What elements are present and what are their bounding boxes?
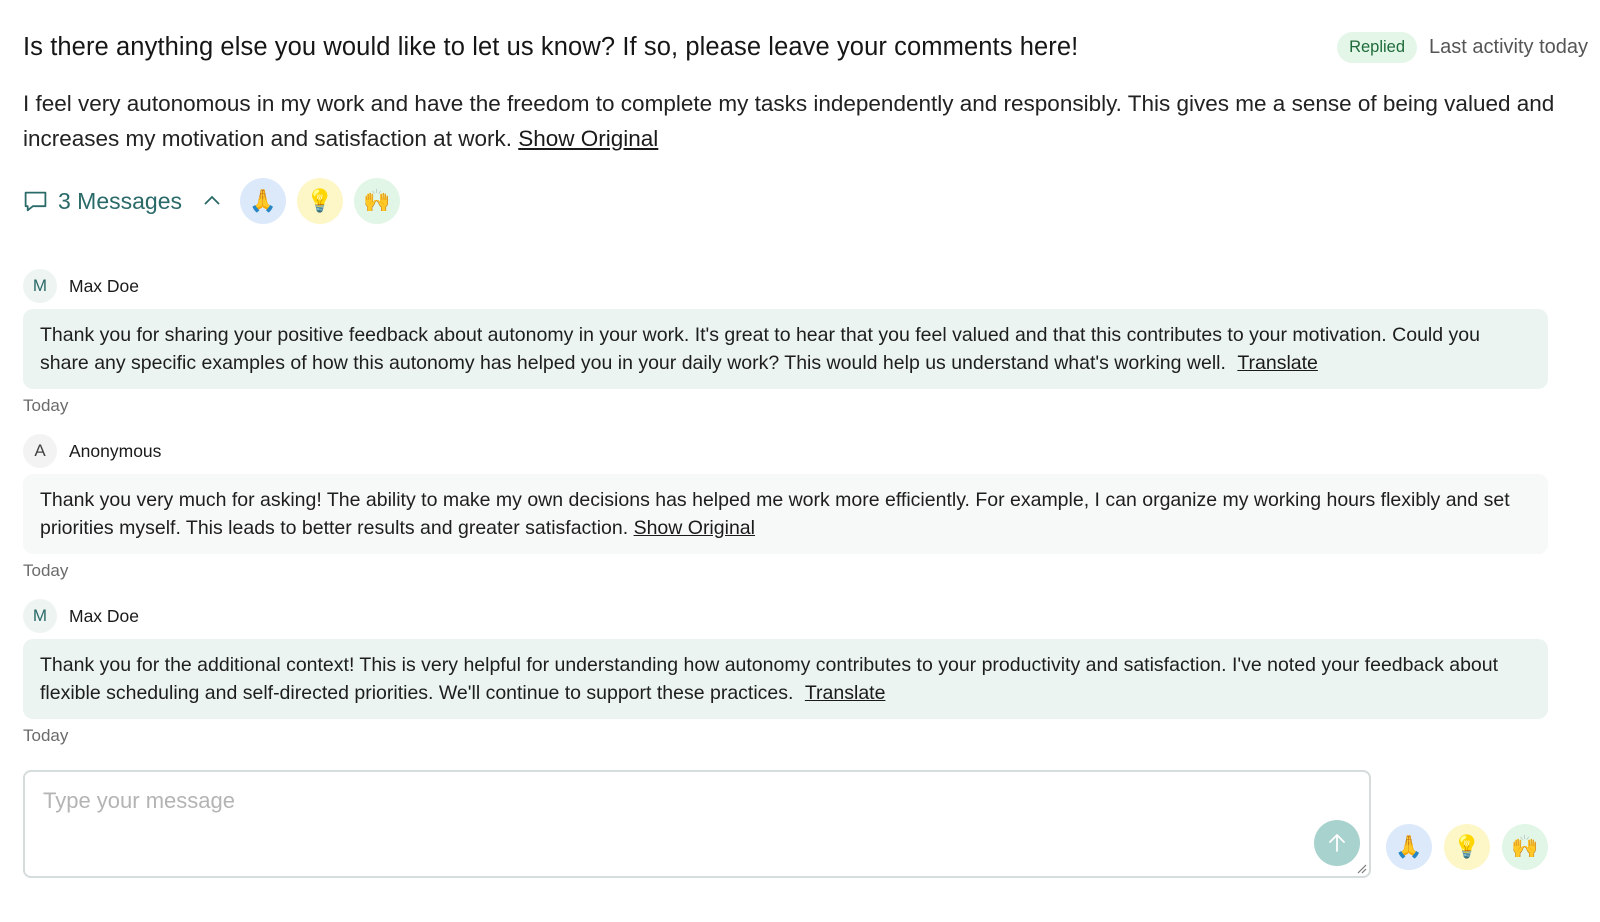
- reaction-pray-button[interactable]: 🙏: [240, 178, 287, 224]
- message-header: M Max Doe: [23, 599, 1548, 633]
- messages-toggle[interactable]: 3 Messages: [23, 188, 182, 215]
- message-input[interactable]: [41, 786, 1305, 860]
- message-item: M Max Doe Thank you for sharing your pos…: [23, 269, 1548, 416]
- message-bubble: Thank you for the additional context! Th…: [23, 639, 1548, 719]
- reaction-celebrate-button[interactable]: 🙌: [354, 178, 401, 224]
- collapse-button[interactable]: [202, 191, 222, 211]
- message-composer: [23, 770, 1371, 878]
- arrow-up-icon: [1329, 833, 1345, 852]
- last-activity: Last activity today: [1429, 36, 1588, 58]
- show-original-link[interactable]: Show Original: [634, 517, 755, 539]
- message-author: Anonymous: [69, 440, 162, 461]
- question-title: Is there anything else you would like to…: [23, 33, 1079, 61]
- thread-toolbar: 3 Messages 🙏 💡 🙌: [23, 177, 411, 225]
- reaction-lightbulb-button[interactable]: 💡: [1444, 824, 1490, 870]
- resize-grip-icon[interactable]: [1355, 862, 1367, 874]
- reaction-celebrate-button[interactable]: 🙌: [1502, 824, 1548, 870]
- question-header: Is there anything else you would like to…: [23, 30, 1588, 70]
- send-button[interactable]: [1314, 820, 1360, 866]
- message-text: Thank you very much for asking! The abil…: [40, 489, 1510, 539]
- reaction-pray-button[interactable]: 🙏: [1386, 824, 1432, 870]
- translate-link[interactable]: Translate: [1237, 352, 1318, 374]
- reaction-lightbulb-button[interactable]: 💡: [297, 178, 344, 224]
- chevron-up-icon: [204, 195, 220, 205]
- avatar: A: [23, 434, 57, 468]
- header-meta: Replied Last activity today: [1337, 32, 1588, 63]
- avatar: M: [23, 269, 57, 303]
- message-header: M Max Doe: [23, 269, 1548, 303]
- translate-link[interactable]: Translate: [805, 682, 886, 704]
- messages-count: 3 Messages: [58, 187, 183, 214]
- composer-reactions: 🙏 💡 🙌: [1386, 824, 1560, 870]
- message-author: Max Doe: [69, 275, 140, 296]
- message-author: Max Doe: [69, 605, 140, 626]
- answer-body: I feel very autonomous in my work and ha…: [23, 91, 1555, 151]
- speech-bubble-icon: [24, 191, 47, 211]
- answer-text: I feel very autonomous in my work and ha…: [23, 86, 1568, 156]
- message-text: Thank you for the additional context! Th…: [40, 654, 1499, 704]
- status-badge: Replied: [1337, 32, 1418, 63]
- message-time: Today: [23, 561, 69, 580]
- avatar: M: [23, 599, 57, 633]
- message-time: Today: [23, 726, 69, 745]
- show-original-link[interactable]: Show Original: [518, 126, 658, 151]
- message-item: M Max Doe Thank you for the additional c…: [23, 599, 1548, 746]
- message-bubble: Thank you for sharing your positive feed…: [23, 309, 1548, 389]
- message-time: Today: [23, 396, 69, 415]
- message-item: A Anonymous Thank you very much for aski…: [23, 434, 1548, 581]
- message-bubble: Thank you very much for asking! The abil…: [23, 474, 1548, 554]
- message-header: A Anonymous: [23, 434, 1548, 468]
